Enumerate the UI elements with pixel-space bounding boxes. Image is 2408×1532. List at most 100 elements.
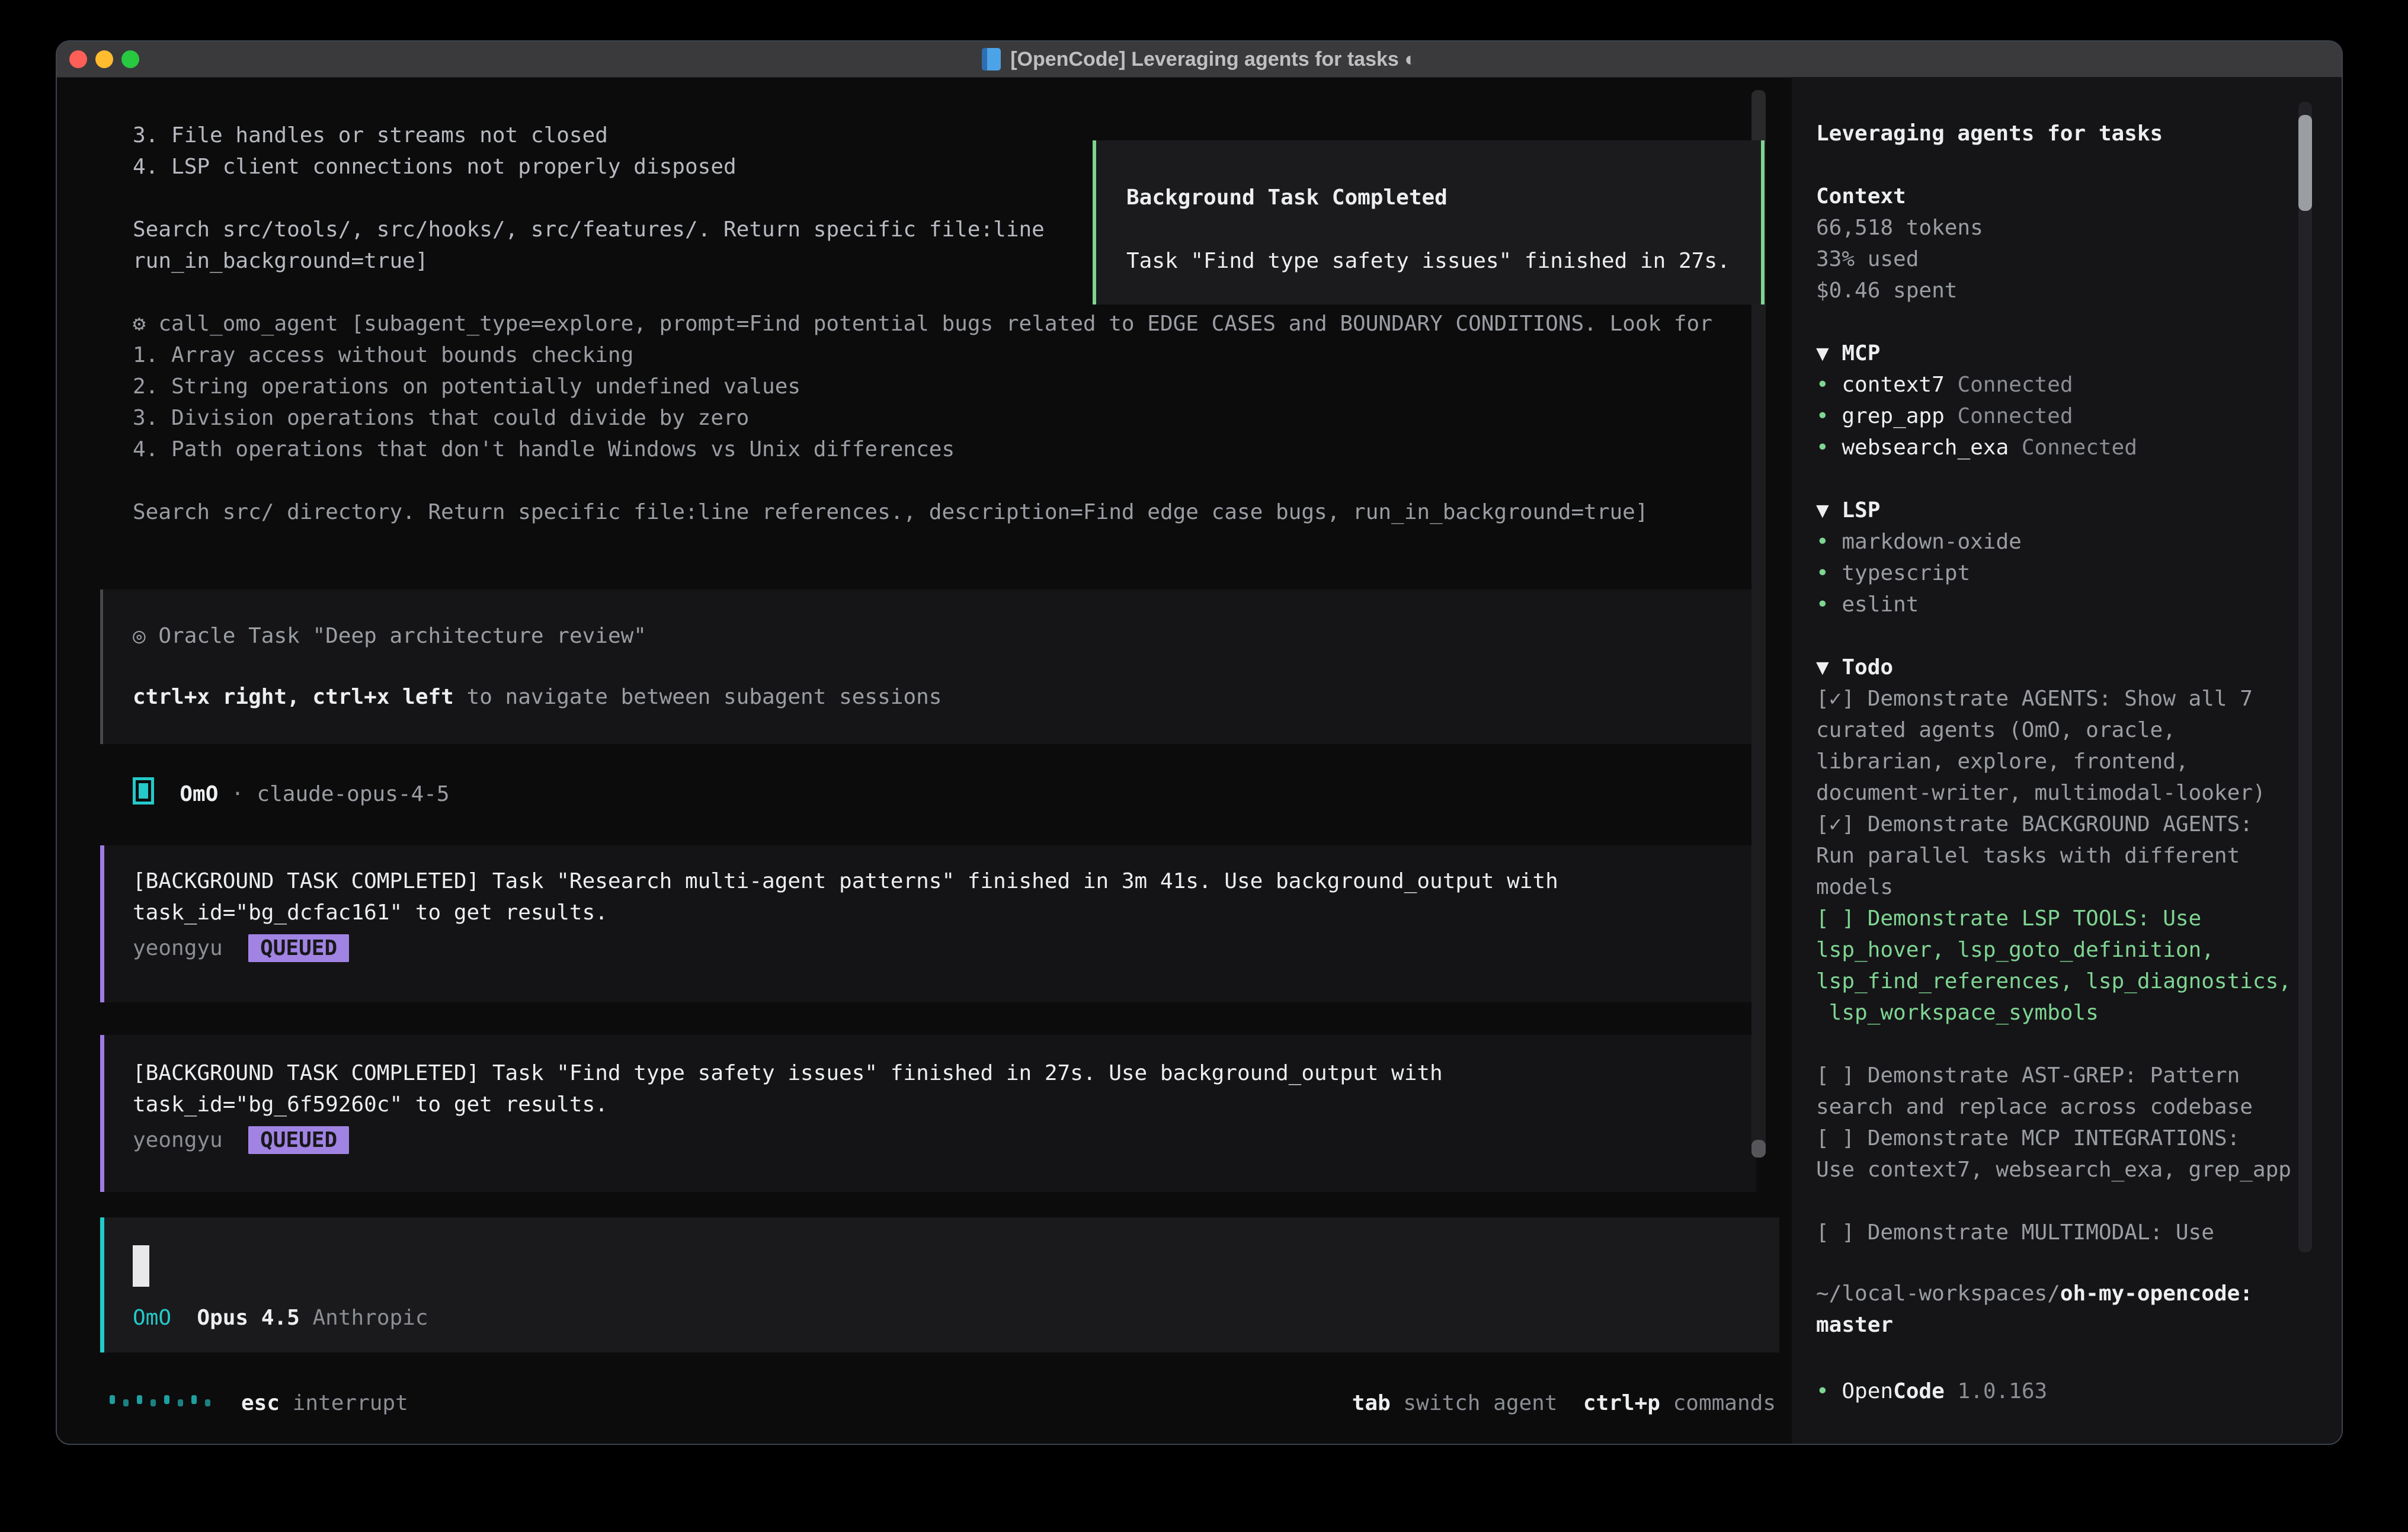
task1-line2: task_id="bg_dcfac161" to get results.: [133, 897, 608, 928]
version-row: • OpenCode 1.0.163: [1816, 1376, 2047, 1407]
context-header: Context: [1816, 181, 1906, 212]
todo-line: Use context7, websearch_exa, grep_app: [1816, 1154, 2291, 1185]
transcript-line: Search src/ directory. Return specific f…: [133, 496, 1648, 528]
lsp-item-typescript: • typescript: [1816, 557, 1970, 589]
todo-line-active: lsp_workspace_symbols: [1816, 997, 2099, 1028]
oracle-task-line: ◎ Oracle Task "Deep architecture review": [133, 620, 646, 652]
input-provider-name: Anthropic: [312, 1306, 428, 1330]
lsp-item-markdown-oxide: • markdown-oxide: [1816, 526, 2022, 557]
transcript-line: 3. Division operations that could divide…: [133, 402, 749, 434]
transcript-line: 3. File handles or streams not closed: [133, 120, 608, 151]
mcp-item-websearch-exa: • websearch_exa Connected: [1816, 432, 2137, 463]
mcp-status: Connected: [1957, 373, 2073, 397]
task1-user: yeongyu: [133, 936, 223, 960]
workspace-repo: oh-my-opencode:: [2060, 1281, 2253, 1306]
transcript-line: 4. Path operations that don't handle Win…: [133, 434, 955, 465]
chevron-down-icon: ▼: [1816, 498, 1829, 523]
bullet-icon: •: [1816, 435, 1829, 460]
document-icon: [982, 48, 1001, 70]
task1-line1: [BACKGROUND TASK COMPLETED] Task "Resear…: [133, 866, 1558, 897]
version-number: 1.0.163: [1957, 1379, 2047, 1403]
mcp-item-context7: • context7 Connected: [1816, 369, 2073, 400]
todo-line: search and replace across codebase: [1816, 1091, 2253, 1123]
spinner-icon: [110, 1395, 210, 1404]
chevron-down-icon: ▼: [1816, 341, 1829, 366]
lsp-item-eslint: • eslint: [1816, 589, 1919, 620]
todo-line: [ ] Demonstrate MCP INTEGRATIONS:: [1816, 1123, 2240, 1154]
task2-status-badge: QUEUED: [248, 1126, 349, 1154]
background-task-toast: [1093, 140, 1765, 305]
mcp-status: Connected: [1957, 404, 2073, 428]
toast-title: Background Task Completed: [1126, 182, 1448, 213]
mcp-item-grep-app: • grep_app Connected: [1816, 400, 2073, 432]
agent-name: OmO: [180, 782, 218, 806]
bullet-icon: •: [1816, 404, 1829, 428]
oracle-hint-line: ctrl+x right, ctrl+x left to navigate be…: [133, 681, 942, 713]
bullet-icon: •: [1816, 373, 1829, 397]
todo-line-active: lsp_hover, lsp_goto_definition,: [1816, 934, 2214, 966]
task2-line1: [BACKGROUND TASK COMPLETED] Task "Find t…: [133, 1057, 1443, 1089]
input-agent-name: OmO: [133, 1306, 171, 1330]
interrupt-hint: esc interrupt: [241, 1387, 408, 1419]
bullet-icon: •: [1816, 530, 1829, 554]
text-cursor: [133, 1245, 149, 1287]
oracle-keys: ctrl+x right, ctrl+x left: [133, 685, 454, 709]
todo-line: Run parallel tasks with different: [1816, 840, 2240, 871]
todo-line: [ ] Demonstrate AST-GREP: Pattern: [1816, 1060, 2240, 1091]
transcript-line: 1. Array access without bounds checking: [133, 339, 633, 371]
title-bar: [OpenCode] Leveraging agents for tasks ◐: [57, 41, 2342, 78]
task2-meta: yeongyu QUEUED: [133, 1124, 349, 1156]
input-model-row: OmO Opus 4.5 Anthropic: [133, 1302, 428, 1334]
bullet-icon: •: [1816, 561, 1829, 585]
agent-header: OmO · claude-opus-4-5: [133, 777, 450, 809]
main-scrollbar-track-top[interactable]: [1751, 90, 1766, 146]
agent-separator: ·: [231, 782, 244, 806]
transcript-line: 2. String operations on potentially unde…: [133, 371, 800, 402]
transcript-line: 4. LSP client connections not properly d…: [133, 151, 737, 182]
terminal-window: [OpenCode] Leveraging agents for tasks ◐…: [56, 40, 2343, 1445]
sidebar-scrollbar-track[interactable]: [2298, 102, 2312, 1252]
chevron-down-icon: ▼: [1816, 655, 1829, 680]
ctrlp-key-hint: ctrl+p: [1583, 1391, 1660, 1415]
todo-line: librarian, explore, frontend,: [1816, 746, 2189, 777]
todo-line-active: [ ] Demonstrate LSP TOOLS: Use: [1816, 903, 2201, 934]
task1-status-badge: QUEUED: [248, 934, 349, 962]
todo-section-header[interactable]: ▼ Todo: [1816, 652, 1893, 683]
tool-call-text: call_omo_agent [subagent_type=explore, p…: [158, 312, 1712, 336]
sidebar-scrollbar-thumb[interactable]: [2298, 115, 2312, 211]
session-title: Leveraging agents for tasks: [1816, 118, 2163, 149]
context-used: 33% used: [1816, 243, 1919, 275]
todo-line: curated agents (OmO, oracle,: [1816, 714, 2176, 746]
todo-line: document-writer, multimodal-looker): [1816, 777, 2266, 809]
context-spent: $0.46 spent: [1816, 275, 1957, 306]
todo-line: [✓] Demonstrate BACKGROUND AGENTS:: [1816, 809, 2253, 840]
oracle-label: Oracle Task "Deep architecture review": [158, 624, 646, 648]
oracle-icon: ◎: [133, 624, 146, 648]
oracle-task-panel: [100, 589, 1755, 744]
shortcut-hints: tab switch agent ctrl+p commands: [1352, 1387, 1776, 1419]
close-window-button[interactable]: [69, 50, 87, 68]
minimize-window-button[interactable]: [95, 50, 113, 68]
context-tokens: 66,518 tokens: [1816, 212, 1983, 243]
tab-key-hint: tab: [1352, 1391, 1391, 1415]
workspace-path: ~/local-workspaces/oh-my-opencode:: [1816, 1278, 2253, 1309]
lsp-section-header[interactable]: ▼ LSP: [1816, 495, 1880, 526]
zoom-window-button[interactable]: [121, 50, 139, 68]
bullet-icon: •: [1816, 592, 1829, 617]
terminal-content: 3. File handles or streams not closed 4.…: [57, 77, 2342, 1444]
omo-agent-icon: [133, 777, 154, 805]
input-model-name: Opus 4.5: [197, 1306, 299, 1330]
todo-line: models: [1816, 871, 1893, 903]
task2-line2: task_id="bg_6f59260c" to get results.: [133, 1089, 608, 1120]
transcript-line: run_in_background=true]: [133, 245, 428, 277]
todo-line-active: lsp_find_references, lsp_diagnostics,: [1816, 966, 2291, 997]
window-title: [OpenCode] Leveraging agents for tasks ◐: [1010, 48, 1417, 71]
main-scrollbar-thumb[interactable]: [1751, 1140, 1766, 1158]
agent-model: claude-opus-4-5: [257, 782, 449, 806]
mcp-section-header[interactable]: ▼ MCP: [1816, 338, 1880, 369]
gear-icon: ⚙: [133, 312, 146, 336]
task1-meta: yeongyu QUEUED: [133, 932, 349, 964]
bullet-icon: •: [1816, 1379, 1829, 1403]
toast-body: Task "Find type safety issues" finished …: [1126, 245, 1730, 277]
task2-user: yeongyu: [133, 1128, 223, 1152]
